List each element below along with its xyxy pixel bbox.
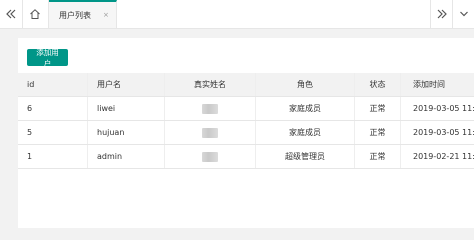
chevron-down-icon[interactable] [452, 0, 474, 28]
cell-role: 家庭成员 [255, 96, 355, 121]
column-header-added-time[interactable]: 添加时间 [400, 73, 474, 97]
cell-username: liwei [87, 96, 165, 121]
cell-username: hujuan [87, 120, 165, 145]
cell-role: 超级管理员 [255, 144, 355, 169]
cell-status: 正常 [354, 144, 401, 169]
table-row[interactable]: 5 hujuan 家庭成员 正常 2019-03-05 11:47:28 [18, 120, 474, 145]
column-header-id[interactable]: id [18, 73, 88, 97]
cell-status: 正常 [354, 96, 401, 121]
redacted-name [202, 127, 218, 138]
add-user-button[interactable]: 添加用户 [27, 48, 68, 68]
cell-id: 1 [18, 144, 88, 169]
column-header-role[interactable]: 角色 [255, 73, 355, 97]
cell-realname [164, 96, 256, 121]
table-row[interactable]: 6 liwei 家庭成员 正常 2019-03-05 11:47:28 [18, 96, 474, 121]
tab-bar: 用户列表 × [0, 0, 474, 29]
cell-id: 6 [18, 96, 88, 121]
content-panel: 添加用户 id 用户名 真实姓名 角色 状态 添加时间 6 liwei 家庭成员… [18, 38, 474, 228]
column-header-realname[interactable]: 真实姓名 [164, 73, 256, 97]
table-header-row: id 用户名 真实姓名 角色 状态 添加时间 [18, 73, 474, 97]
chevron-double-left-icon[interactable] [0, 0, 23, 28]
chevron-double-right-icon[interactable] [430, 0, 453, 28]
tab-label: 用户列表 [59, 10, 91, 20]
user-table: id 用户名 真实姓名 角色 状态 添加时间 6 liwei 家庭成员 正常 2… [18, 73, 474, 169]
cell-status: 正常 [354, 120, 401, 145]
cell-role: 家庭成员 [255, 120, 355, 145]
cell-added-time: 2019-02-21 11:26:17 [400, 144, 474, 169]
column-header-status[interactable]: 状态 [354, 73, 401, 97]
redacted-name [202, 103, 218, 114]
column-header-username[interactable]: 用户名 [87, 73, 165, 97]
table-row[interactable]: 1 admin 超级管理员 正常 2019-02-21 11:26:17 [18, 144, 474, 169]
tab-user-list[interactable]: 用户列表 × [49, 0, 117, 28]
cell-username: admin [87, 144, 165, 169]
cell-realname [164, 120, 256, 145]
cell-added-time: 2019-03-05 11:47:28 [400, 96, 474, 121]
cell-realname [164, 144, 256, 169]
cell-added-time: 2019-03-05 11:47:28 [400, 120, 474, 145]
home-icon[interactable] [22, 0, 49, 28]
redacted-name [202, 151, 218, 162]
cell-id: 5 [18, 120, 88, 145]
close-icon[interactable]: × [103, 11, 109, 19]
